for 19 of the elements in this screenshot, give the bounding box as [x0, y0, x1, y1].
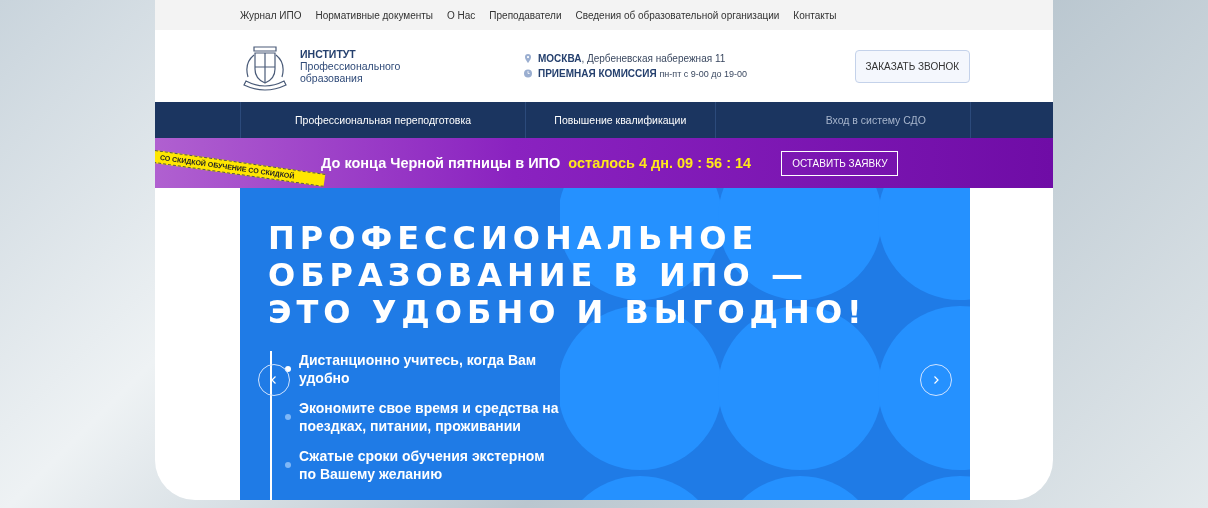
order-call-button[interactable]: ЗАКАЗАТЬ ЗВОНОК [854, 49, 970, 83]
top-menu-link[interactable]: Журнал ИПО [240, 9, 302, 21]
leave-request-button[interactable]: ОСТАВИТЬ ЗАЯВКУ [781, 150, 899, 176]
top-menu-link[interactable]: Преподаватели [489, 9, 562, 21]
benefit-text: Сжатые сроки обучения экстерном по Вашему желанию [299, 447, 546, 483]
brand-subtitle: Профессионального образования [300, 60, 402, 84]
hero-title-line: ЭТО УДОБНО И ВЫГОДНО! [268, 294, 868, 331]
top-menu-link[interactable]: Сведения об образовательной организации [575, 9, 780, 21]
admissions-text: ПРИЕМНАЯ КОМИССИЯ пн-пт с 9-00 до 19-00 [538, 68, 748, 79]
hero-title-line: ОБРАЗОВАНИЕ В ИПО — [268, 257, 809, 294]
top-menu-link[interactable]: Контакты [793, 9, 837, 21]
hero-title-line: ПРОФЕССИОНАЛЬНОЕ [268, 220, 760, 257]
top-menu-link[interactable]: О Нас [447, 9, 476, 21]
brand-title: ИНСТИТУТ [300, 48, 357, 60]
benefit-text: Экономите свое время и средства на поездках, питании, проживании [299, 399, 560, 435]
countdown-text: осталось 4 дн. 09 : 56 : 14 [568, 155, 752, 171]
benefit-text: Дистанционно учитесь, когда Вам удобно [299, 351, 538, 387]
address-text: МОСКВА, Дербеневская набережная 11 [538, 53, 726, 64]
top-menu-link[interactable]: Нормативные документы [315, 9, 433, 21]
